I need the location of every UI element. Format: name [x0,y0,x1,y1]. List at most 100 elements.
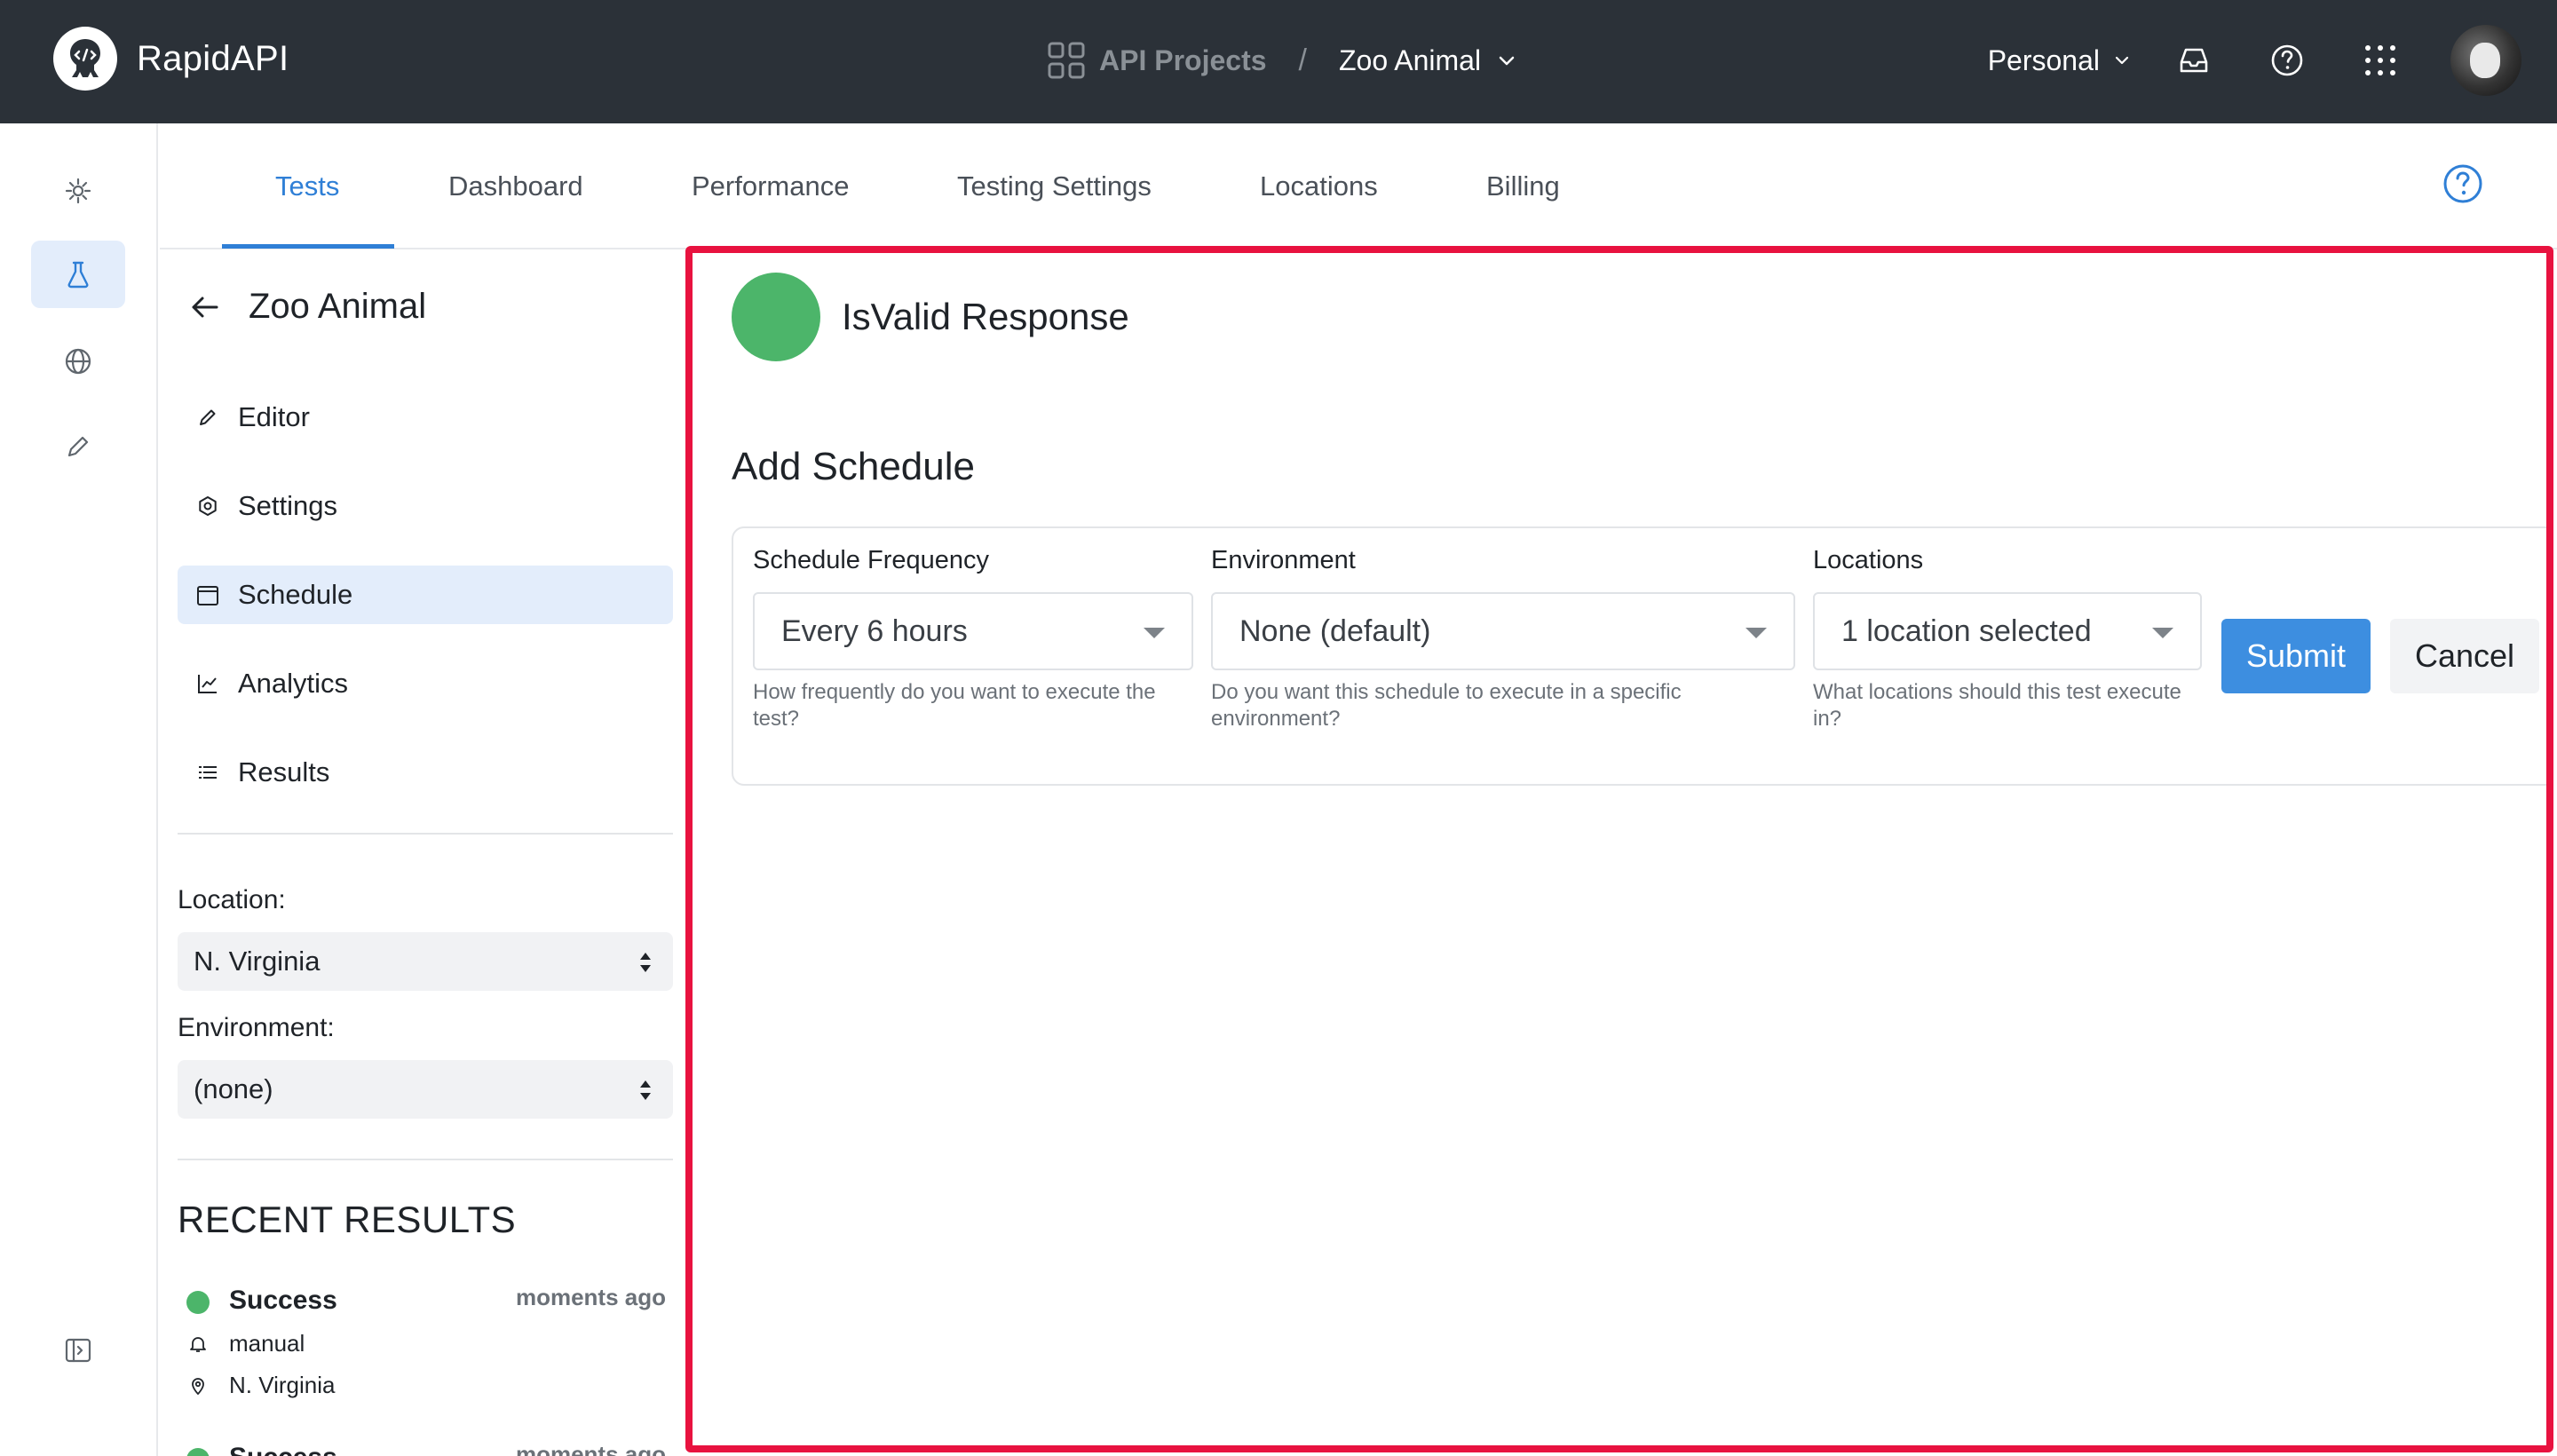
frequency-field: Schedule Frequency Every 6 hours How fre… [753,546,1193,732]
tab-billing[interactable]: Billing [1486,123,1560,249]
location-label: Location: [178,885,286,914]
test-status-indicator [732,273,820,361]
submit-button[interactable]: Submit [2221,619,2371,693]
collapse-sidebar-icon[interactable] [31,1317,125,1384]
environment-field-select[interactable]: None (default) [1211,592,1795,670]
result-time: moments ago [515,1441,666,1456]
divider [178,833,673,835]
environment-field-help: Do you want this schedule to execute in … [1211,680,1682,731]
rail-pencil-icon[interactable] [31,413,125,480]
sidebar-item-label: Analytics [238,668,349,699]
sort-updown-icon [640,953,651,972]
cancel-button[interactable]: Cancel [2390,619,2539,693]
divider [178,1159,673,1160]
environment-field-value: None (default) [1239,613,1431,648]
brand-name: RapidAPI [137,38,289,78]
recent-results-title: RECENT RESULTS [178,1199,517,1240]
tab-testing-settings[interactable]: Testing Settings [957,123,1152,249]
environment-select-value: (none) [194,1073,273,1104]
sidebar-item-schedule[interactable]: Schedule [178,566,673,624]
tab-tests[interactable]: Tests [275,123,339,249]
result-location: N. Virginia [186,1372,335,1399]
chevron-down-icon [2115,56,2129,65]
tab-dashboard[interactable]: Dashboard [448,123,583,249]
caret-down-icon [1746,628,1767,638]
sort-updown-icon [640,1080,651,1100]
status-success-dot [186,1448,210,1456]
test-sidebar: Zoo Animal Editor Settings Schedule Anal… [160,251,684,1456]
environment-label: Environment: [178,1013,335,1042]
environment-field: Environment None (default) Do you want t… [1211,546,1795,732]
arrow-left-icon[interactable] [186,289,222,325]
caret-down-icon [1144,628,1165,638]
bell-icon [186,1333,210,1356]
workspace-label: Personal [1987,44,2100,76]
sidebar-item-label: Editor [238,401,310,432]
caret-down-icon [2152,628,2173,638]
user-avatar[interactable] [2450,25,2521,96]
breadcrumb: API Projects / Zoo Animal [1048,37,1520,83]
rail-hub-icon[interactable] [31,157,125,225]
locations-label: Locations [1813,546,1924,574]
sidebar-item-analytics[interactable]: Analytics [178,654,673,713]
gear-icon [194,492,222,520]
project-title: Zoo Animal [249,287,427,326]
breadcrumb-api-projects[interactable]: API Projects [1099,44,1267,77]
help-icon[interactable] [2442,162,2484,205]
result-status: Success [229,1443,337,1456]
result-trigger-label: manual [229,1330,305,1357]
result-trigger: manual [186,1330,305,1357]
chevron-down-icon[interactable] [1493,47,1520,74]
environment-field-label: Environment [1211,546,1356,574]
apps-grid-icon[interactable] [2357,37,2403,83]
back-row: Zoo Animal [186,287,426,327]
locations-field: Locations 1 location selected What locat… [1813,546,2202,732]
list-icon [194,758,222,787]
result-time: moments ago [515,1284,666,1310]
active-tab-indicator [222,244,394,249]
tab-performance[interactable]: Performance [692,123,849,249]
locations-select[interactable]: 1 location selected [1813,592,2202,670]
frequency-select[interactable]: Every 6 hours [753,592,1193,670]
map-pin-icon [186,1374,210,1397]
frequency-value: Every 6 hours [781,613,968,648]
sidebar-item-label: Schedule [238,579,353,610]
frequency-help: How frequently do you want to execute th… [753,680,1156,731]
chart-line-icon [194,669,222,698]
add-schedule-title: Add Schedule [732,445,975,488]
help-icon[interactable] [2264,37,2310,83]
rapidapi-logo-icon [53,27,117,91]
status-success-dot [186,1291,210,1314]
pencil-icon [194,403,222,431]
breadcrumb-current-project[interactable]: Zoo Animal [1339,44,1481,77]
locations-value: 1 location selected [1841,613,2092,648]
top-bar: RapidAPI API Projects / Zoo Animal Perso… [0,0,2557,123]
locations-help: What locations should this test execute … [1813,680,2181,731]
sidebar-item-results[interactable]: Results [178,743,673,802]
inbox-icon[interactable] [2171,37,2217,83]
tab-locations[interactable]: Locations [1260,123,1378,249]
grid-icon [1048,42,1085,79]
workspace-selector[interactable]: Personal [1988,44,2133,77]
rail-testing-icon[interactable] [31,241,125,308]
schedule-form: Schedule Frequency Every 6 hours How fre… [732,526,2546,786]
location-select-value: N. Virginia [194,946,321,977]
sidebar-item-editor[interactable]: Editor [178,388,673,447]
breadcrumb-separator: / [1298,43,1307,77]
sidebar-item-label: Settings [238,490,338,521]
calendar-icon [194,581,222,609]
result-location-label: N. Virginia [229,1372,336,1398]
rail-globe-icon[interactable] [31,328,125,395]
test-name: IsValid Response [842,296,1129,337]
tab-bar: Tests Dashboard Performance Testing Sett… [160,123,2557,249]
schedule-panel: IsValid Response Add Schedule Schedule F… [685,246,2553,1452]
icon-rail [0,123,158,1456]
brand[interactable]: RapidAPI [53,27,289,91]
sidebar-item-label: Results [238,756,330,787]
environment-select[interactable]: (none) [178,1060,673,1119]
frequency-label: Schedule Frequency [753,546,989,574]
sidebar-item-settings[interactable]: Settings [178,477,673,535]
result-status: Success [229,1286,337,1315]
location-select[interactable]: N. Virginia [178,932,673,991]
test-header: IsValid Response [732,273,1129,361]
